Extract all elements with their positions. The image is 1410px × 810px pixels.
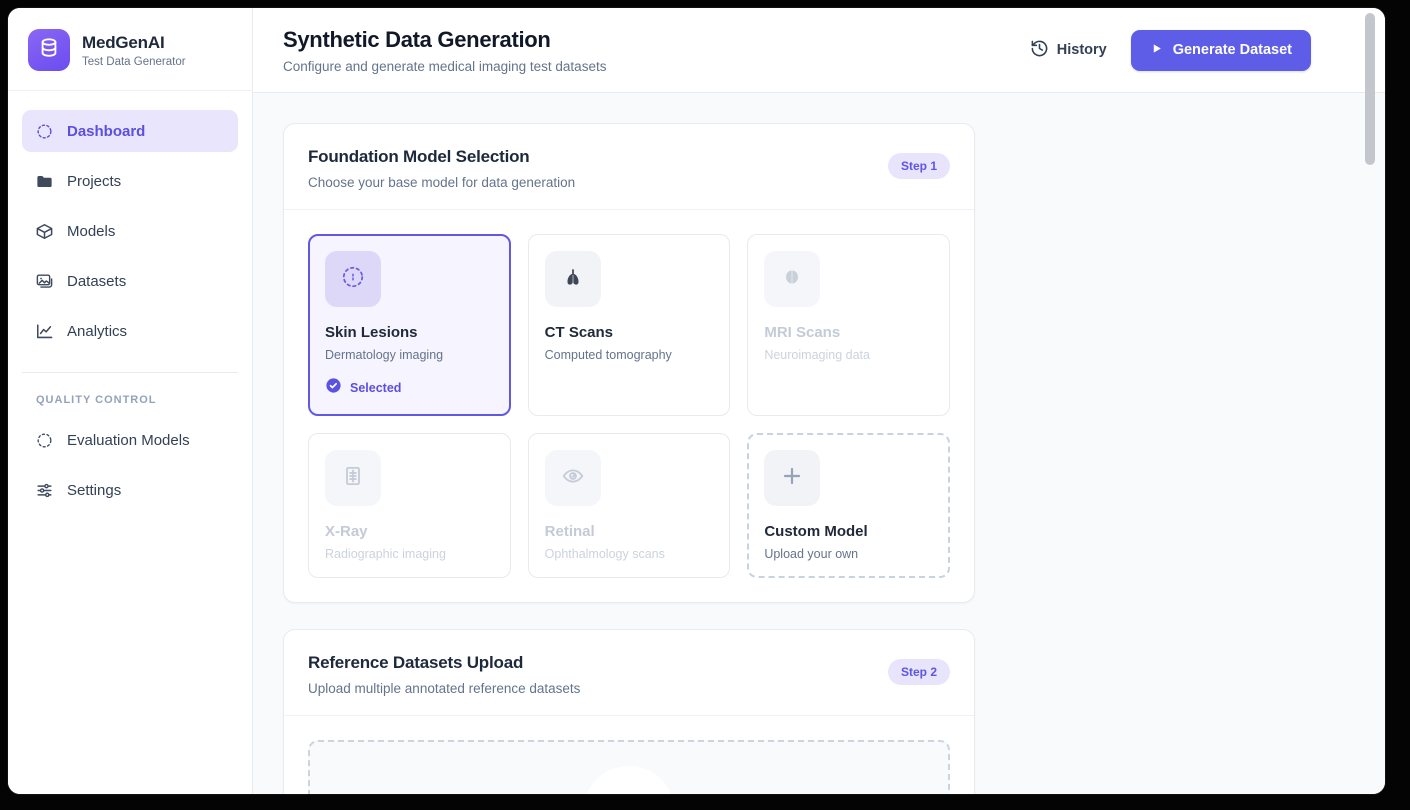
upload-icon-circle [583, 766, 675, 794]
sidebar-nav: Dashboard Projects Model [8, 91, 252, 360]
sidebar-item-models[interactable]: Models [22, 210, 238, 252]
model-icon-box [764, 251, 820, 307]
model-card-mri-scans: MRI Scans Neuroimaging data [747, 234, 950, 416]
page-header: Synthetic Data Generation Configure and … [253, 8, 1385, 93]
generate-dataset-label: Generate Dataset [1173, 42, 1292, 58]
model-name: CT Scans [545, 324, 714, 341]
brain-icon [779, 264, 805, 295]
cloud-upload-icon [607, 788, 651, 795]
model-name: X-Ray [325, 523, 494, 540]
selected-label: Selected [350, 381, 401, 395]
page-title: Synthetic Data Generation [283, 27, 606, 53]
model-card-skin-lesions[interactable]: Skin Lesions Dermatology imaging Selecte… [308, 234, 511, 416]
app-name: MedGenAI [82, 33, 186, 53]
history-label: History [1057, 42, 1107, 58]
foundation-section-subtitle: Choose your base model for data generati… [308, 175, 950, 190]
brand-text: MedGenAI Test Data Generator [82, 33, 186, 68]
sidebar-item-evaluation-models[interactable]: Evaluation Models [22, 419, 238, 461]
eye-icon [560, 463, 586, 494]
sidebar: MedGenAI Test Data Generator Dashboard [8, 8, 253, 794]
selected-badge: Selected [325, 377, 494, 399]
reference-datasets-section: Reference Datasets Upload Upload multipl… [283, 629, 975, 794]
app-tagline: Test Data Generator [82, 56, 186, 68]
xray-film-icon [340, 463, 366, 494]
cube-icon [35, 222, 54, 241]
dashed-circle-icon [35, 431, 54, 450]
model-name: Skin Lesions [325, 324, 494, 341]
dashed-circle-icon [340, 264, 366, 295]
sidebar-item-settings[interactable]: Settings [22, 469, 238, 511]
sidebar-item-label: Analytics [67, 323, 127, 340]
model-description: Upload your own [764, 547, 933, 561]
model-card-custom-model[interactable]: Custom Model Upload your own [747, 433, 950, 578]
sidebar-item-label: Datasets [67, 273, 126, 290]
model-icon-box [545, 450, 601, 506]
check-circle-icon [325, 377, 342, 399]
model-name: Custom Model [764, 523, 933, 540]
sidebar-item-analytics[interactable]: Analytics [22, 310, 238, 352]
lungs-icon [560, 264, 586, 295]
foundation-section-header: Foundation Model Selection Choose your b… [284, 124, 974, 209]
model-icon-box [325, 251, 381, 307]
sidebar-item-label: Models [67, 223, 115, 240]
sidebar-item-label: Settings [67, 482, 121, 499]
reference-section-title: Reference Datasets Upload [308, 653, 950, 673]
brand: MedGenAI Test Data Generator [8, 8, 252, 91]
dashed-circle-icon [35, 122, 54, 141]
sidebar-item-label: Dashboard [67, 123, 145, 140]
history-icon [1030, 39, 1049, 62]
sidebar-item-datasets[interactable]: Datasets [22, 260, 238, 302]
header-actions: History Generate Dataset [1030, 30, 1311, 71]
foundation-model-section: Foundation Model Selection Choose your b… [283, 123, 975, 603]
app-logo [28, 29, 70, 71]
model-grid: Skin Lesions Dermatology imaging Selecte… [308, 234, 950, 578]
foundation-section-body: Skin Lesions Dermatology imaging Selecte… [284, 209, 974, 602]
images-icon [35, 272, 54, 291]
reference-section-body [284, 715, 974, 794]
folder-icon [35, 172, 54, 191]
model-card-x-ray: X-Ray Radiographic imaging [308, 433, 511, 578]
model-description: Dermatology imaging [325, 348, 494, 362]
sidebar-quality-nav: Evaluation Models Settings [8, 419, 252, 519]
model-icon-box [545, 251, 601, 307]
model-name: MRI Scans [764, 324, 933, 341]
upload-dropzone[interactable] [308, 740, 950, 794]
model-icon-box [325, 450, 381, 506]
scrollbar-track[interactable] [1364, 11, 1376, 789]
step-badge: Step 1 [888, 153, 950, 179]
model-icon-box [764, 450, 820, 506]
sidebar-item-label: Evaluation Models [67, 432, 190, 449]
model-name: Retinal [545, 523, 714, 540]
sidebar-item-label: Projects [67, 173, 121, 190]
page-subtitle: Configure and generate medical imaging t… [283, 59, 606, 74]
sidebar-item-projects[interactable]: Projects [22, 160, 238, 202]
chart-line-icon [35, 322, 54, 341]
sidebar-item-dashboard[interactable]: Dashboard [22, 110, 238, 152]
history-button[interactable]: History [1030, 39, 1107, 62]
model-description: Ophthalmology scans [545, 547, 714, 561]
step-badge: Step 2 [888, 659, 950, 685]
main-area: Synthetic Data Generation Configure and … [253, 8, 1385, 794]
scrollbar-thumb[interactable] [1365, 13, 1375, 165]
model-description: Radiographic imaging [325, 547, 494, 561]
model-description: Neuroimaging data [764, 348, 933, 362]
model-card-ct-scans[interactable]: CT Scans Computed tomography [528, 234, 731, 416]
reference-section-header: Reference Datasets Upload Upload multipl… [284, 630, 974, 715]
app-window: MedGenAI Test Data Generator Dashboard [8, 8, 1385, 794]
database-icon [38, 37, 60, 64]
sliders-icon [35, 481, 54, 500]
foundation-section-title: Foundation Model Selection [308, 147, 950, 167]
content-scroll-area[interactable]: Foundation Model Selection Choose your b… [253, 93, 1385, 794]
reference-section-subtitle: Upload multiple annotated reference data… [308, 681, 950, 696]
model-card-retinal: Retinal Ophthalmology scans [528, 433, 731, 578]
generate-dataset-button[interactable]: Generate Dataset [1131, 30, 1311, 71]
sidebar-section-label: QUALITY CONTROL [8, 373, 252, 419]
page-header-text: Synthetic Data Generation Configure and … [283, 27, 606, 74]
plus-icon [779, 463, 805, 494]
play-icon [1150, 42, 1163, 59]
model-description: Computed tomography [545, 348, 714, 362]
